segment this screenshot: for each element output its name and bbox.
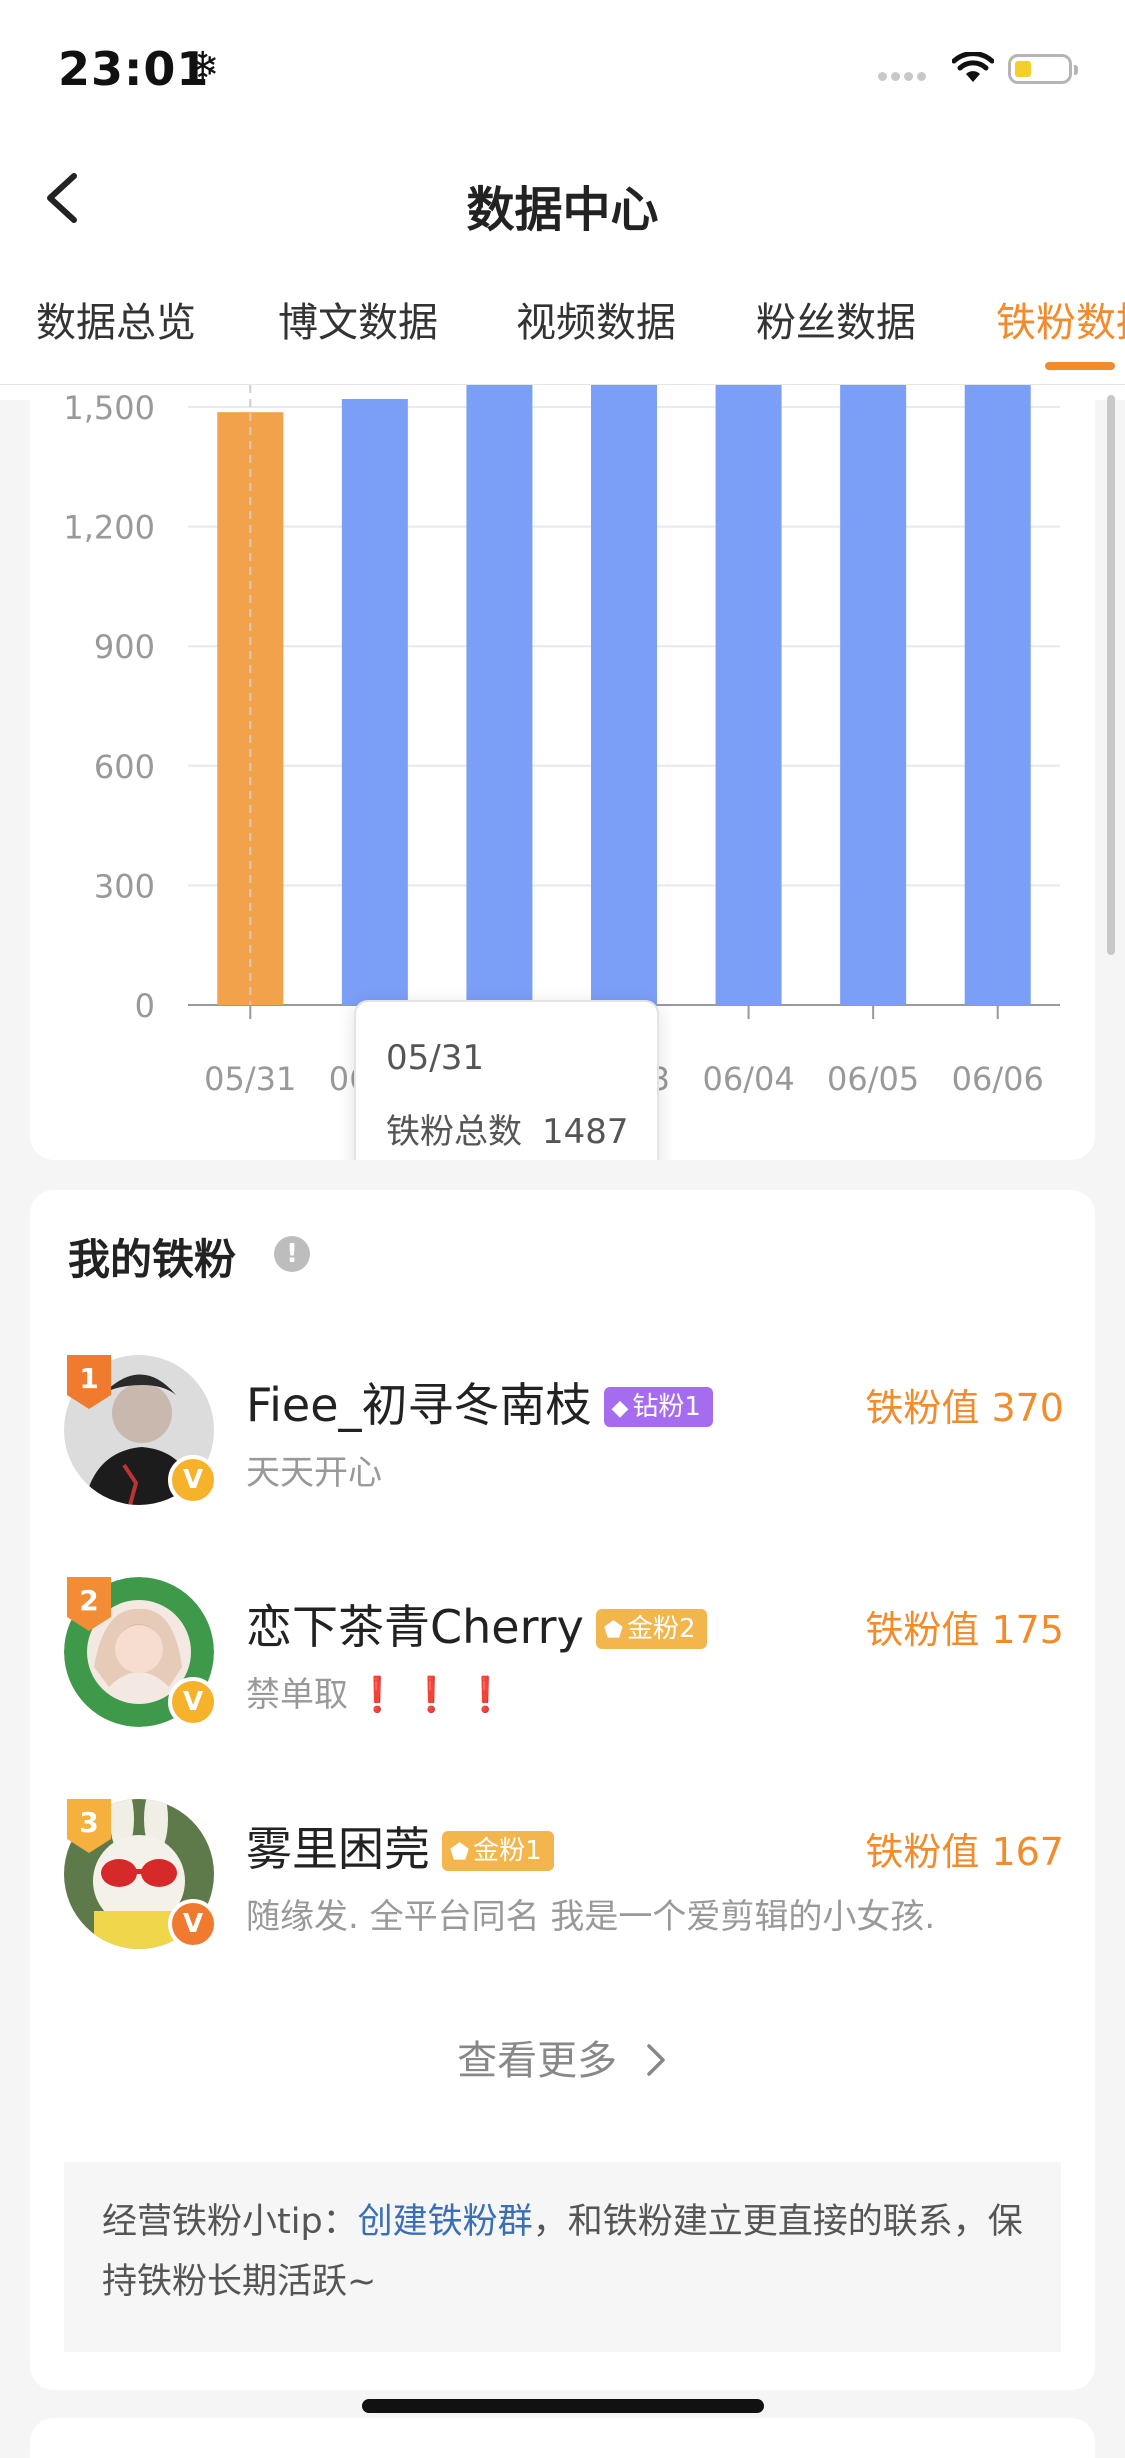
info-icon[interactable]: ! xyxy=(274,1236,310,1272)
tip-text: 经营铁粉小tip：创建铁粉群，和铁粉建立更直接的联系，保持铁粉长期活跃~ xyxy=(102,2192,1032,2312)
view-more-label: 查看更多 xyxy=(457,2038,618,2084)
x-tick-label: 06/05 xyxy=(827,1060,919,1098)
verified-v-icon: V xyxy=(168,1455,218,1505)
fan-value: 铁粉值 167 xyxy=(865,1830,1064,1874)
active-tab-indicator xyxy=(1045,362,1115,370)
fan-name-line: Fiee_初寻冬南枝 ◆ 钻粉1 xyxy=(246,1369,713,1435)
tab-videos[interactable]: 视频数据 xyxy=(516,290,676,348)
bar xyxy=(466,385,533,1006)
status-bar: 23:01 ❄ xyxy=(0,0,1125,130)
fan-name-line: 恋下茶青Cherry ⬟ 金粉2 xyxy=(246,1591,708,1657)
create-fan-group-link[interactable]: 创建铁粉群 xyxy=(358,2202,533,2242)
fan-row[interactable]: 2 V 恋下茶青Cherry ⬟ 金粉2 铁粉值 175 禁单取 ❗ ❗ ❗ xyxy=(64,1577,1064,1747)
rank-number: 2 xyxy=(79,1584,99,1617)
bar xyxy=(715,385,782,1006)
y-tick-label: 600 xyxy=(94,748,155,786)
chart-card: 03006009001,2001,50005/3106/0106/0206/03… xyxy=(30,385,1095,1160)
tab-posts[interactable]: 博文数据 xyxy=(278,290,438,348)
verified-v-icon: V xyxy=(168,1899,218,1949)
tooltip-label: 铁粉总数 xyxy=(386,1112,522,1152)
fan-row[interactable]: 3 V 雾里困莞 ⬟ 金粉1 铁粉值 167 随缘发. 全平台同名 我是一个爱剪辑的… xyxy=(64,1799,1064,1969)
bar xyxy=(341,399,408,1005)
snowflake-icon: ❄ xyxy=(186,44,220,90)
fan-level-badge: ⬟ 金粉1 xyxy=(442,1831,554,1871)
fan-level-text: 钻粉1 xyxy=(632,1392,701,1422)
scrollbar[interactable] xyxy=(1107,395,1115,955)
chevron-right-icon xyxy=(647,2044,665,2076)
bar xyxy=(964,385,1031,1006)
fan-name-line: 雾里困莞 ⬟ 金粉1 xyxy=(246,1813,554,1879)
page-title: 数据中心 xyxy=(466,182,659,238)
x-tick-label: 05/31 xyxy=(204,1060,296,1098)
fan-row[interactable]: 1 V Fiee_初寻冬南枝 ◆ 钻粉1 铁粉值 370 天天开心 xyxy=(64,1355,1064,1525)
tooltip-value: 1487 xyxy=(542,1112,629,1152)
rank-number: 3 xyxy=(79,1806,99,1839)
fan-level-text: 金粉1 xyxy=(473,1836,542,1866)
fan-level-badge: ◆ 钻粉1 xyxy=(603,1387,713,1427)
fan-level-text: 金粉2 xyxy=(626,1614,696,1644)
section-title: 我的铁粉 xyxy=(68,1235,237,1284)
bar xyxy=(840,385,907,1006)
rank-badge: 1 xyxy=(67,1355,111,1409)
battery-icon xyxy=(1008,54,1078,84)
fan-desc-line: 禁单取 ❗ ❗ ❗ xyxy=(246,1667,507,1716)
exclamation-icons: ❗ ❗ ❗ xyxy=(356,1675,507,1715)
tip-box: 经营铁粉小tip：创建铁粉群，和铁粉建立更直接的联系，保持铁粉长期活跃~ xyxy=(64,2162,1061,2352)
fan-desc: 随缘发. 全平台同名 我是一个爱剪辑的小女孩. xyxy=(246,1897,936,1937)
gem-icon: ⬟ xyxy=(603,1618,623,1643)
view-more-button[interactable]: 查看更多 xyxy=(30,2028,1095,2086)
verified-v-icon: V xyxy=(168,1677,218,1727)
tab-fans[interactable]: 粉丝数据 xyxy=(756,290,916,348)
fan-value: 铁粉值 175 xyxy=(865,1608,1064,1652)
tip-prefix: 经营铁粉小tip： xyxy=(102,2202,358,2242)
chart-tooltip: 05/31 铁粉总数 1487 xyxy=(354,1000,659,1160)
fan-name[interactable]: 恋下茶青Cherry xyxy=(246,1600,584,1654)
iron-fans-card: 我的铁粉 ! 1 V Fiee_初寻冬南枝 ◆钻粉1 铁粉值 370 天天开心 xyxy=(30,1190,1095,2390)
fan-name[interactable]: 雾里困莞 xyxy=(246,1822,430,1876)
fan-desc: 禁单取 xyxy=(246,1675,348,1715)
y-tick-label: 300 xyxy=(94,867,155,905)
fan-name[interactable]: Fiee_初寻冬南枝 xyxy=(246,1378,592,1432)
fan-desc: 天天开心 xyxy=(246,1453,382,1493)
tooltip-date: 05/31 xyxy=(386,1038,484,1078)
y-tick-label: 1,200 xyxy=(63,509,155,547)
rank-badge: 3 xyxy=(67,1799,111,1853)
tab-iron-fans[interactable]: 铁粉数据 xyxy=(996,290,1125,348)
fan-value: 铁粉值 370 xyxy=(865,1386,1064,1430)
next-card xyxy=(30,2418,1095,2458)
y-tick-label: 0 xyxy=(135,987,155,1025)
x-tick-label: 06/06 xyxy=(952,1060,1044,1098)
tab-bar: 数据总览 博文数据 视频数据 粉丝数据 铁粉数据 xyxy=(0,290,1125,385)
gem-icon: ⬟ xyxy=(450,1840,470,1865)
tab-overview[interactable]: 数据总览 xyxy=(36,290,196,348)
rank-badge: 2 xyxy=(67,1577,111,1631)
rank-number: 1 xyxy=(79,1362,99,1395)
signal-icon xyxy=(878,66,930,85)
y-tick-label: 1,500 xyxy=(63,389,155,427)
y-tick-label: 900 xyxy=(94,628,155,666)
diamond-icon: ◆ xyxy=(611,1396,629,1421)
home-indicator[interactable] xyxy=(362,2399,764,2413)
fan-level-badge: ⬟ 金粉2 xyxy=(595,1609,708,1649)
tooltip-row: 铁粉总数 1487 xyxy=(386,1104,629,1153)
bar xyxy=(591,385,657,1006)
wifi-icon xyxy=(952,52,994,82)
x-tick-label: 06/04 xyxy=(702,1060,794,1098)
